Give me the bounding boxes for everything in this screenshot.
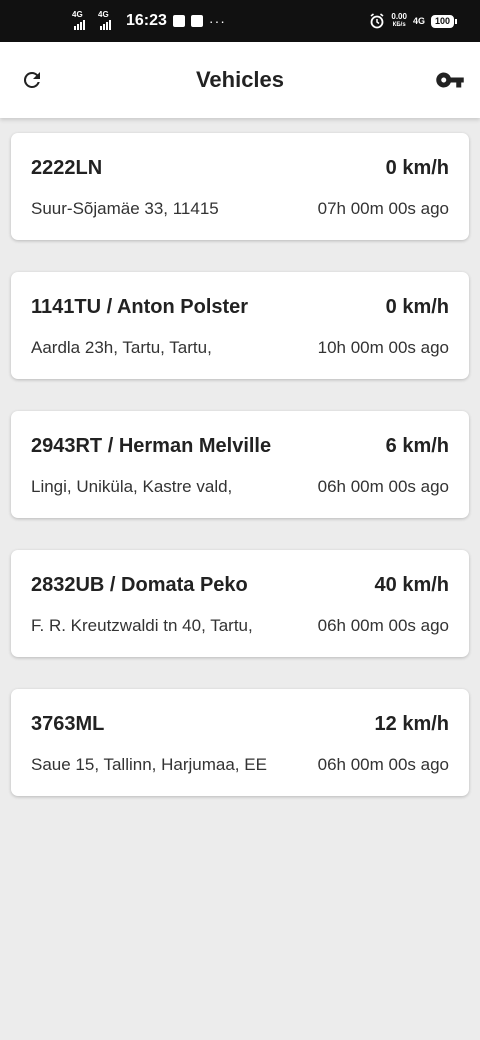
- vehicle-speed: 0 km/h: [385, 157, 449, 179]
- vehicle-speed: 40 km/h: [374, 574, 449, 596]
- vehicle-last-update: 06h 00m 00s ago: [317, 755, 449, 774]
- vehicle-card[interactable]: 2832UB / Domata Peko 40 km/h F. R. Kreut…: [11, 550, 469, 657]
- app-bar: Vehicles: [0, 42, 480, 118]
- vehicle-name: 2832UB / Domata Peko: [31, 574, 248, 596]
- data-speed-indicator: 0.00 КБ/s: [391, 13, 407, 29]
- status-bar-right: 0.00 КБ/s 4G 100: [369, 13, 458, 29]
- vehicle-address: Saue 15, Tallinn, Harjumaa, EE: [31, 755, 267, 774]
- signal-icon: 4G: [72, 10, 92, 30]
- status-bar: 4G 4G 16:23 ··· 0.00 КБ/s 4G 100: [0, 0, 480, 42]
- page-title: Vehicles: [195, 67, 285, 92]
- vehicle-name: 2222LN: [31, 157, 103, 179]
- notification-icon: [172, 15, 185, 27]
- refresh-icon: [23, 71, 40, 88]
- vehicle-card[interactable]: 3763ML 12 km/h Saue 15, Tallinn, Harjuma…: [11, 689, 469, 796]
- data-speed-value: 0.00: [391, 12, 407, 21]
- more-notifications-icon: ···: [208, 13, 226, 29]
- refresh-button[interactable]: [12, 60, 52, 100]
- vehicle-address: Aardla 23h, Tartu, Tartu,: [31, 338, 212, 357]
- vehicle-card[interactable]: 2943RT / Herman Melville 6 km/h Lingi, U…: [11, 411, 469, 518]
- clock: 16:23: [126, 12, 167, 29]
- vehicle-last-update: 07h 00m 00s ago: [317, 199, 449, 218]
- vehicle-speed: 0 km/h: [385, 296, 449, 318]
- vehicle-last-update: 10h 00m 00s ago: [317, 338, 449, 357]
- vehicle-last-update: 06h 00m 00s ago: [317, 616, 449, 635]
- vehicle-name: 3763ML: [31, 713, 105, 735]
- key-button[interactable]: [430, 60, 470, 100]
- alarm-icon: [370, 13, 384, 29]
- notification-icon: [190, 15, 203, 27]
- data-speed-unit: КБ/s: [392, 22, 406, 28]
- vehicle-list: 2222LN 0 km/h Suur-Sõjamäe 33, 11415 07h…: [11, 133, 469, 828]
- battery-icon: 100: [430, 14, 458, 28]
- status-bar-left: 4G 4G 16:23 ···: [72, 10, 226, 30]
- vehicle-address: F. R. Kreutzwaldi tn 40, Tartu,: [31, 616, 253, 635]
- vehicle-address: Lingi, Uniküla, Kastre vald,: [31, 477, 233, 496]
- key-icon: [436, 72, 464, 88]
- vehicle-name: 1141TU / Anton Polster: [31, 296, 249, 318]
- vehicle-card[interactable]: 1141TU / Anton Polster 0 km/h Aardla 23h…: [11, 272, 469, 379]
- vehicle-address: Suur-Sõjamäe 33, 11415: [31, 199, 219, 218]
- vehicle-card[interactable]: 2222LN 0 km/h Suur-Sõjamäe 33, 11415 07h…: [11, 133, 469, 240]
- signal-icon: 4G: [98, 10, 118, 30]
- network-type-label: 4G: [412, 16, 425, 26]
- vehicle-name: 2943RT / Herman Melville: [31, 435, 272, 457]
- vehicle-speed: 6 km/h: [385, 435, 449, 457]
- battery-level: 100: [434, 16, 450, 26]
- vehicle-last-update: 06h 00m 00s ago: [317, 477, 449, 496]
- vehicle-speed: 12 km/h: [374, 713, 449, 735]
